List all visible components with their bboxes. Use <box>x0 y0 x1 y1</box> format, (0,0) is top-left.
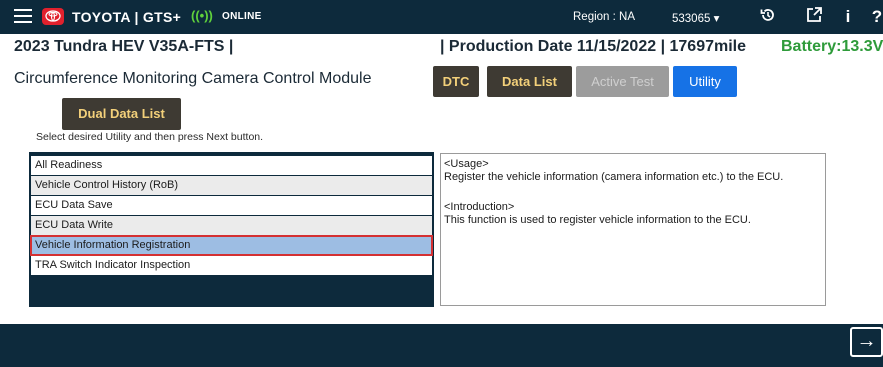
utility-item-vehicle-info-registration[interactable]: Vehicle Information Registration <box>30 235 433 256</box>
online-signal-icon: ((•)) <box>191 8 213 23</box>
utility-list: All Readiness Vehicle Control History (R… <box>29 152 434 307</box>
utility-item-all-readiness[interactable]: All Readiness <box>31 156 432 175</box>
tab-utility[interactable]: Utility <box>673 66 737 97</box>
history-icon[interactable] <box>757 6 779 28</box>
vehicle-model: 2023 Tundra HEV V35A-FTS | <box>14 38 234 55</box>
usage-heading: <Usage> <box>444 158 489 170</box>
utility-item-ecu-data-save[interactable]: ECU Data Save <box>31 196 432 215</box>
module-title: Circumference Monitoring Camera Control … <box>14 70 372 87</box>
dual-data-list-button[interactable]: Dual Data List <box>62 98 181 130</box>
utility-item-ecu-data-write[interactable]: ECU Data Write <box>31 216 432 235</box>
toyota-logo <box>42 8 64 25</box>
tab-data-list[interactable]: Data List <box>487 66 572 97</box>
help-icon[interactable]: ? <box>866 6 883 28</box>
online-status: ONLINE <box>222 11 262 22</box>
usage-text: Register the vehicle information (camera… <box>444 171 784 183</box>
vehicle-id-dropdown[interactable]: 533065 ▾ <box>672 11 719 25</box>
tab-dtc[interactable]: DTC <box>433 66 479 97</box>
app-title: TOYOTA | GTS+ <box>72 9 182 25</box>
top-bar: TOYOTA | GTS+ ((•)) ONLINE Region : NA 5… <box>0 0 883 34</box>
menu-icon[interactable] <box>14 9 32 23</box>
instruction-text: Select desired Utility and then press Ne… <box>36 131 264 143</box>
battery-voltage: Battery:13.3V <box>781 38 883 55</box>
utility-description-panel: <Usage> Register the vehicle information… <box>440 153 826 306</box>
introduction-text: This function is used to register vehicl… <box>444 214 751 226</box>
region-label: Region : NA <box>573 11 636 23</box>
external-link-icon[interactable] <box>803 6 825 28</box>
introduction-heading: <Introduction> <box>444 201 515 213</box>
production-info: | Production Date 11/15/2022 | 17697mile <box>440 38 746 55</box>
utility-item-tra-switch-inspection[interactable]: TRA Switch Indicator Inspection <box>31 256 432 275</box>
info-icon[interactable]: i <box>837 6 859 28</box>
utility-item-control-history[interactable]: Vehicle Control History (RoB) <box>31 176 432 195</box>
footer-bar <box>0 324 883 367</box>
next-button[interactable]: → <box>850 327 883 357</box>
tab-active-test[interactable]: Active Test <box>576 66 669 97</box>
